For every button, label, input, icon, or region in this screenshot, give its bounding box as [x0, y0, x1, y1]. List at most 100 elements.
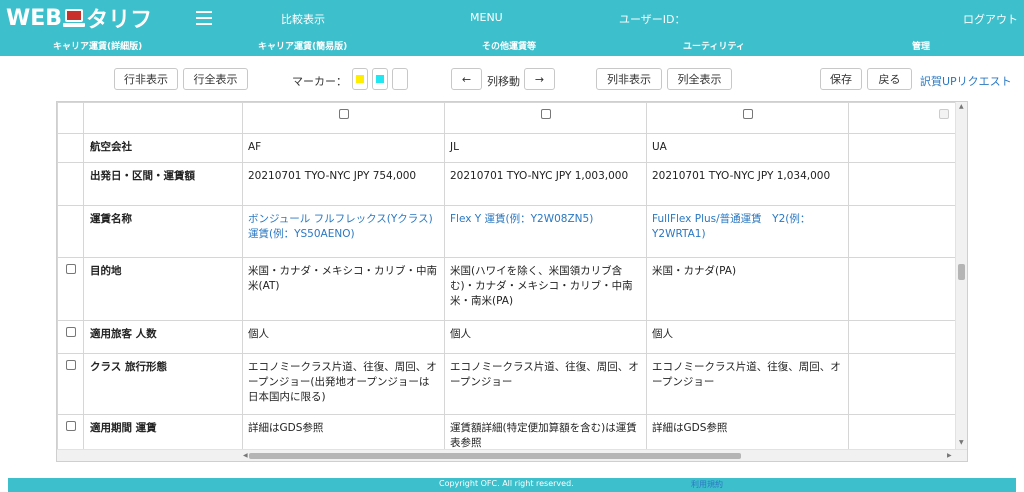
- row-checkbox-cell: [57, 257, 84, 321]
- row-show-all-button[interactable]: 行全表示: [183, 68, 248, 90]
- table-cell: [848, 320, 959, 354]
- table-cell: [848, 162, 959, 206]
- nav-utility[interactable]: ユーティリティ: [683, 39, 745, 52]
- compare-view-link[interactable]: 比較表示: [281, 11, 325, 27]
- table-cell: [848, 133, 959, 163]
- table-cell: [848, 257, 959, 321]
- column-hide-button[interactable]: 列非表示: [596, 68, 662, 90]
- row-hide-button[interactable]: 行非表示: [114, 68, 178, 90]
- row-checkbox-cell: [57, 133, 84, 163]
- row-checkbox-cell: [57, 205, 84, 258]
- row-select-checkbox[interactable]: [65, 360, 76, 370]
- row-label: 航空会社: [83, 133, 243, 163]
- table-cell: 20210701 TYO-NYC JPY 754,000: [242, 162, 445, 206]
- row-select-checkbox[interactable]: [65, 421, 76, 431]
- logo-text-tariff: タリフ: [86, 8, 153, 33]
- row-checkbox-cell: [57, 162, 84, 206]
- app-logo[interactable]: WEB タリフ: [6, 5, 153, 34]
- table-cell: エコノミークラス片道、往復、周回、オープンジョー: [646, 353, 849, 415]
- back-button[interactable]: 戻る: [867, 68, 912, 90]
- comparison-table: 航空会社 AF JL UA 出発日・区間・運賃額 20210701 TYO-NY…: [57, 102, 959, 461]
- app-header: WEB タリフ 比較表示 MENU ユーザーID： ログアウト キャリア運賃(詳…: [0, 0, 1024, 56]
- table-cell: UA: [646, 133, 849, 163]
- column-select-row: [57, 102, 959, 134]
- nav-carrier-fare-simple[interactable]: キャリア運賃(簡易版): [258, 39, 347, 52]
- move-column-right-button[interactable]: →: [524, 68, 555, 90]
- cyan-swatch: [376, 75, 384, 83]
- table-cell: 20210701 TYO-NYC JPY 1,034,000: [646, 162, 849, 206]
- fare-name-link[interactable]: ボンジュール フルフレックス(Yクラス)運賃(例：YS50AENO): [242, 205, 445, 258]
- terms-link[interactable]: 利用規約: [691, 479, 723, 490]
- table-row: 航空会社 AF JL UA: [57, 133, 959, 163]
- copyright-text: Copyright OFC. All right reserved.: [439, 479, 574, 488]
- fare-name-link[interactable]: Flex Y 運賃(例：Y2W08ZN5): [444, 205, 647, 258]
- table-cell: JL: [444, 133, 647, 163]
- horizontal-scrollbar[interactable]: ◀ ▶: [57, 449, 967, 461]
- save-button[interactable]: 保存: [820, 68, 862, 90]
- computer-icon: [63, 8, 86, 28]
- row-select-checkbox[interactable]: [65, 264, 76, 274]
- column-select-checkbox[interactable]: [742, 109, 753, 119]
- nav-admin[interactable]: 管理: [912, 39, 930, 52]
- column-move-label: 列移動: [487, 75, 520, 88]
- table-cell: 米国・カナダ(PA): [646, 257, 849, 321]
- table-cell: エコノミークラス片道、往復、周回、オープンジョー(出発地オープンジョーは日本国内…: [242, 353, 445, 415]
- nav-other-fares[interactable]: その他運賃等: [482, 39, 536, 52]
- marker-label: マーカー：: [292, 75, 347, 88]
- table-cell: 米国・カナダ・メキシコ・カリブ・中南米(AT): [242, 257, 445, 321]
- vertical-scroll-thumb[interactable]: [958, 264, 965, 280]
- row-checkbox-cell: [57, 353, 84, 415]
- logo-text-web: WEB: [6, 5, 63, 31]
- table-cell: 20210701 TYO-NYC JPY 1,003,000: [444, 162, 647, 206]
- row-label: 出発日・区間・運賃額: [83, 162, 243, 206]
- table-cell: 個人: [444, 320, 647, 354]
- request-link[interactable]: 訳賀UPリクエスト: [920, 73, 1012, 89]
- table-row: 適用旅客 人数 個人 個人 個人: [57, 320, 959, 354]
- logout-link[interactable]: ログアウト: [963, 11, 1018, 27]
- column-select-checkbox[interactable]: [938, 109, 949, 119]
- marker-clear-button[interactable]: [392, 68, 408, 90]
- user-id-label: ユーザーID：: [619, 13, 686, 26]
- horizontal-scroll-thumb[interactable]: [249, 453, 741, 459]
- column-select-cell: [242, 102, 445, 134]
- table-row: 運賃名称 ボンジュール フルフレックス(Yクラス)運賃(例：YS50AENO) …: [57, 205, 959, 258]
- menu-link[interactable]: MENU: [470, 11, 503, 24]
- row-label: 適用旅客 人数: [83, 320, 243, 354]
- yellow-swatch: [356, 75, 364, 83]
- fare-name-link[interactable]: FullFlex Plus/普通運賃 Y2(例：Y2WRTA1): [646, 205, 849, 258]
- move-column-left-button[interactable]: ←: [451, 68, 482, 90]
- table-cell: [848, 353, 959, 415]
- table-row: 出発日・区間・運賃額 20210701 TYO-NYC JPY 754,000 …: [57, 162, 959, 206]
- column-select-checkbox[interactable]: [540, 109, 551, 119]
- row-label: クラス 旅行形態: [83, 353, 243, 415]
- nav-carrier-fare-detailed[interactable]: キャリア運賃(詳細版): [53, 39, 142, 52]
- column-select-cell: [646, 102, 849, 134]
- table-row: 目的地 米国・カナダ・メキシコ・カリブ・中南米(AT) 米国(ハワイを除く、米国…: [57, 257, 959, 321]
- marker-yellow-button[interactable]: [352, 68, 368, 90]
- app-footer: Copyright OFC. All right reserved. 利用規約: [8, 478, 1016, 492]
- row-select-checkbox[interactable]: [65, 327, 76, 337]
- scroll-down-arrow-icon[interactable]: ▼: [959, 440, 964, 446]
- table-cell: 個人: [646, 320, 849, 354]
- vertical-scrollbar[interactable]: ▲ ▼: [955, 102, 967, 450]
- table-cell: AF: [242, 133, 445, 163]
- column-select-checkbox[interactable]: [338, 109, 349, 119]
- table-cell: エコノミークラス片道、往復、周回、オープンジョー: [444, 353, 647, 415]
- scroll-right-arrow-icon[interactable]: ▶: [947, 453, 952, 459]
- scroll-up-arrow-icon[interactable]: ▲: [959, 104, 964, 110]
- column-select-cell: [444, 102, 647, 134]
- row-label: 運賃名称: [83, 205, 243, 258]
- row-checkbox-cell: [57, 320, 84, 354]
- marker-cyan-button[interactable]: [372, 68, 388, 90]
- column-show-all-button[interactable]: 列全表示: [667, 68, 732, 90]
- corner-label-cell: [83, 102, 243, 134]
- comparison-grid: 航空会社 AF JL UA 出発日・区間・運賃額 20210701 TYO-NY…: [56, 101, 968, 462]
- scroll-left-arrow-icon[interactable]: ◀: [243, 453, 248, 459]
- hamburger-menu-icon[interactable]: [196, 11, 212, 25]
- column-select-cell: [848, 102, 959, 134]
- corner-cell: [57, 102, 84, 134]
- toolbar: 行非表示 行全表示 マーカー： ← 列移動 → 列非表示 列全表示 保存 戻る …: [0, 66, 1024, 92]
- row-label: 目的地: [83, 257, 243, 321]
- table-row: クラス 旅行形態 エコノミークラス片道、往復、周回、オープンジョー(出発地オープ…: [57, 353, 959, 415]
- table-cell: [848, 205, 959, 258]
